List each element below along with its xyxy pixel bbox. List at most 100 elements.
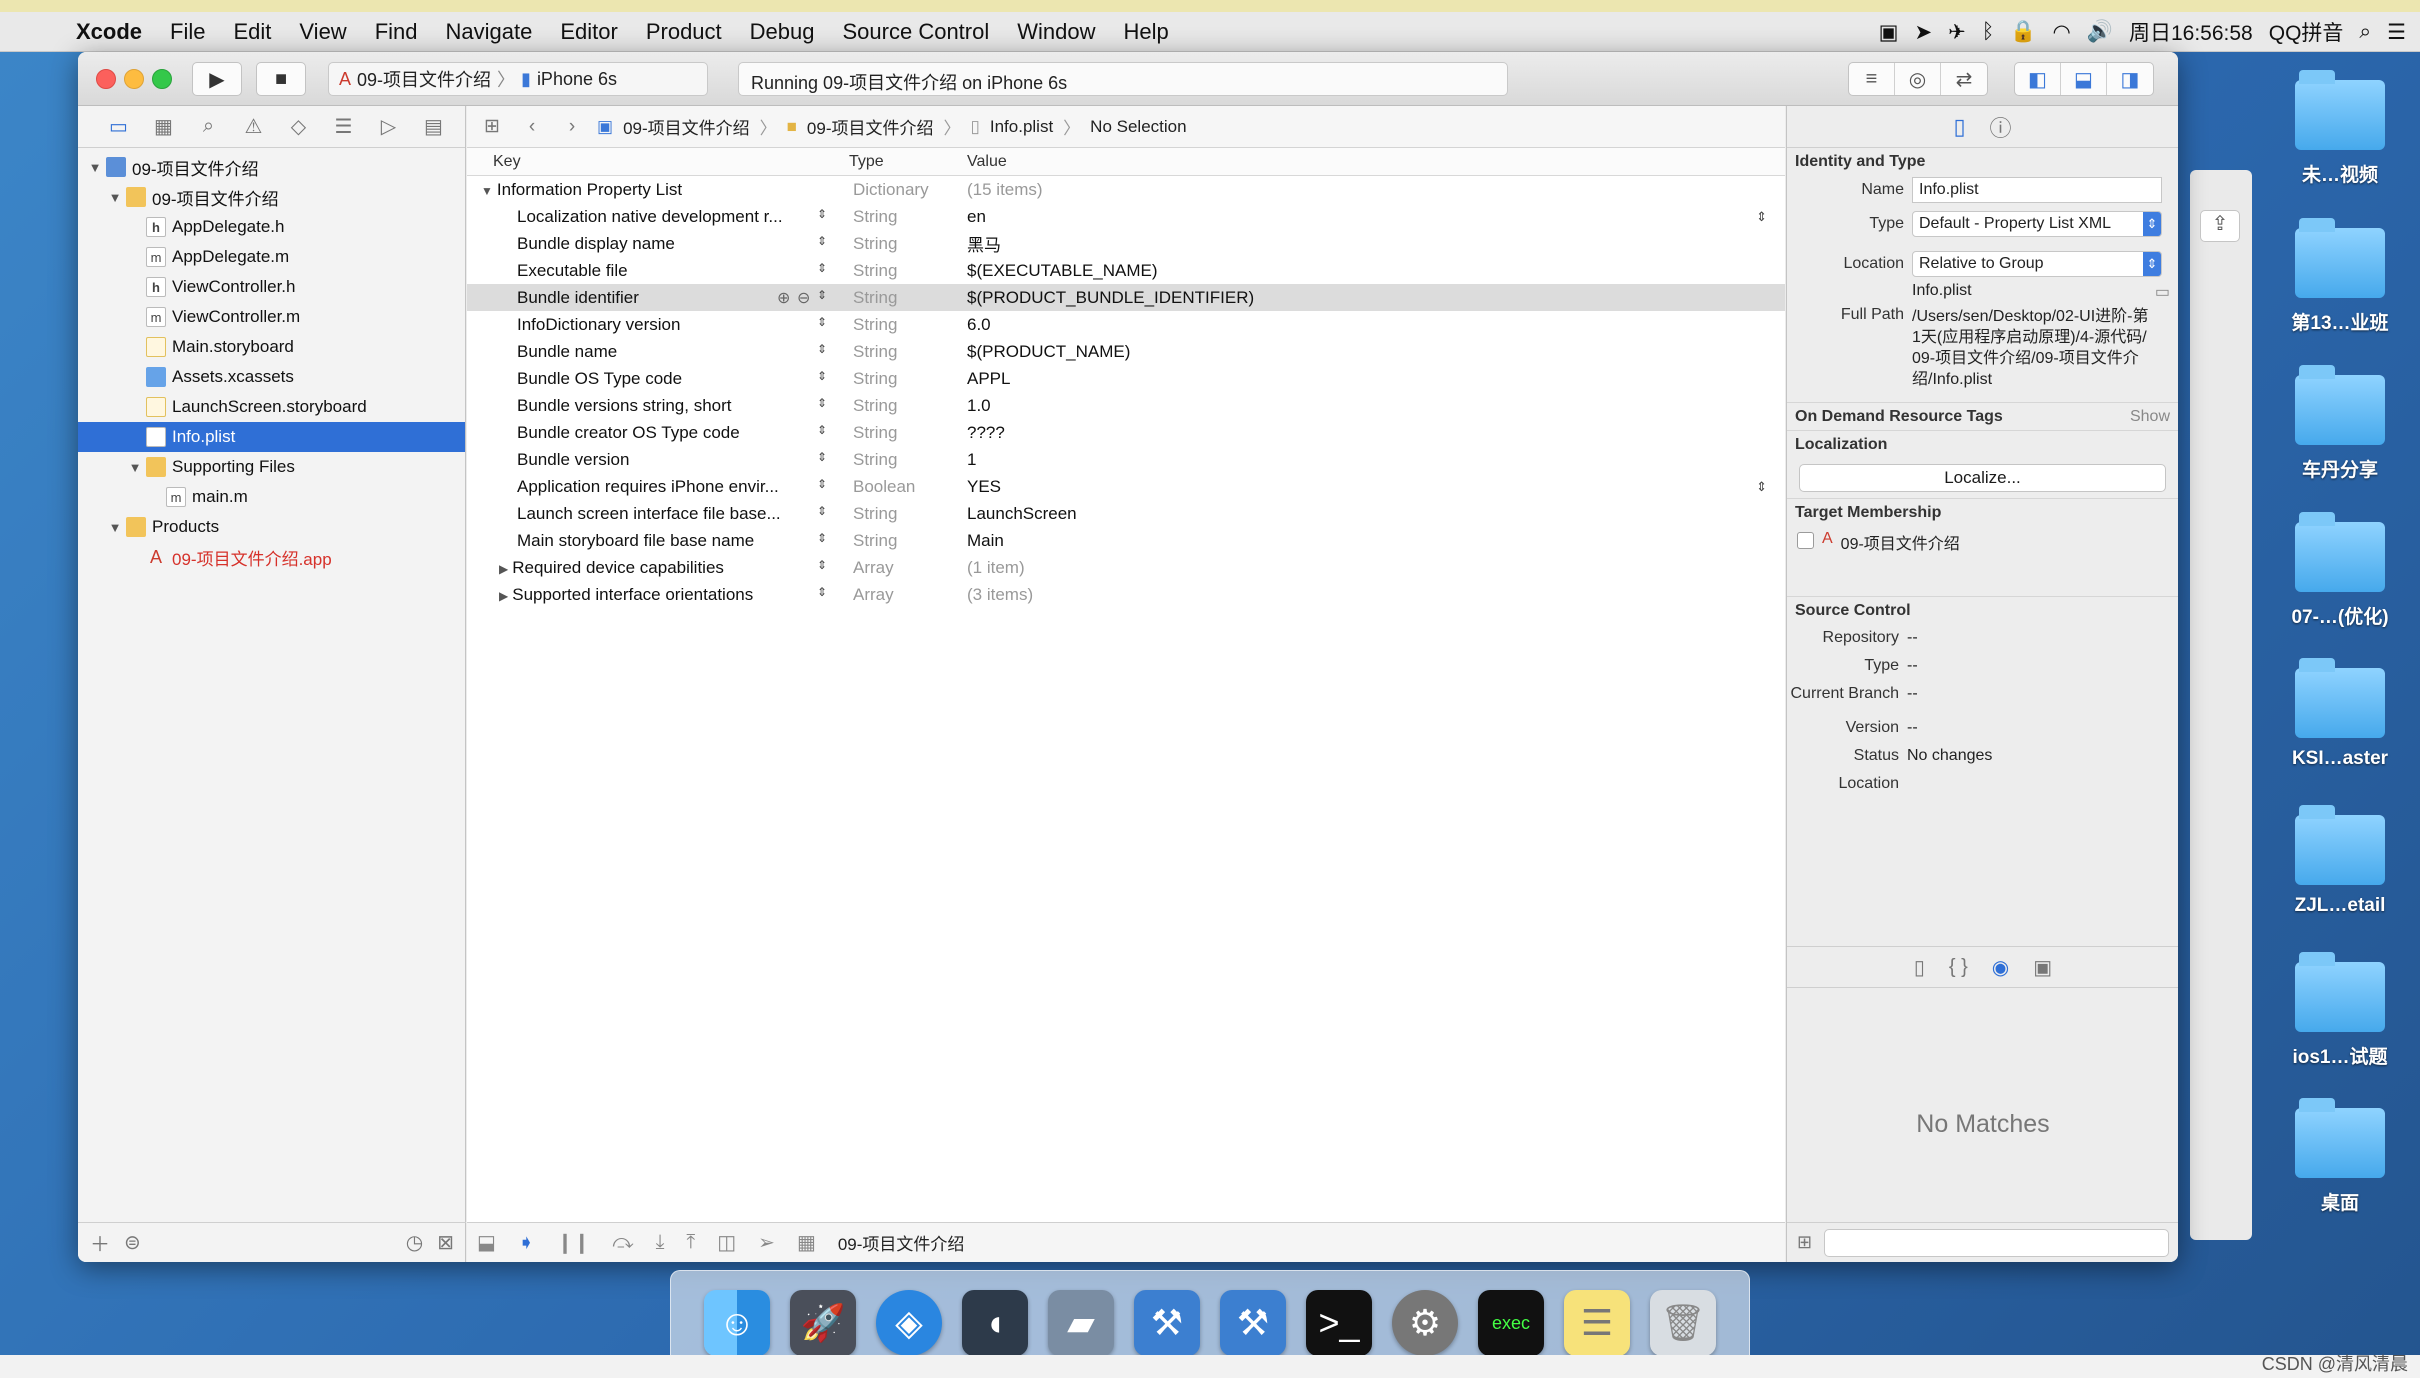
desktop-folder[interactable]: 桌面 xyxy=(2265,1098,2415,1215)
input-method[interactable]: QQ拼音 xyxy=(2269,17,2344,47)
desktop-folder[interactable]: ios1…试题 xyxy=(2265,952,2415,1069)
navigator-item[interactable]: A 09-项目文件介绍.app xyxy=(78,542,465,572)
key-popup-stepper-icon[interactable]: ⇕ xyxy=(815,315,829,329)
menu-view[interactable]: View xyxy=(285,19,360,45)
plist-value-cell[interactable]: ???? xyxy=(955,423,1785,443)
navigator-item[interactable]: Info.plist xyxy=(78,422,465,452)
key-popup-stepper-icon[interactable]: ⇕ xyxy=(815,342,829,356)
safari-icon[interactable]: ◈ xyxy=(876,1290,942,1356)
notes-icon[interactable]: ☰ xyxy=(1564,1290,1630,1356)
grid-view-icon[interactable]: ⊞ xyxy=(1797,1232,1812,1253)
menu-app-xcode[interactable]: Xcode xyxy=(62,19,156,45)
launchpad-icon[interactable]: 🚀 xyxy=(790,1290,856,1356)
pause-icon[interactable]: ❙❙ xyxy=(557,1230,591,1255)
plist-type-cell[interactable]: String xyxy=(837,288,955,308)
notification-center-icon[interactable]: ☰ xyxy=(2387,20,2406,45)
plist-key-cell[interactable]: ▶ Supported interface orientations ⇕ xyxy=(467,585,837,605)
key-popup-stepper-icon[interactable]: ⇕ xyxy=(815,423,829,437)
plist-type-cell[interactable]: String xyxy=(837,234,955,254)
plist-value-cell[interactable]: APPL xyxy=(955,369,1785,389)
plist-value-cell[interactable]: $(PRODUCT_BUNDLE_IDENTIFIER) xyxy=(955,288,1785,308)
localize-button[interactable]: Localize... xyxy=(1799,464,2166,492)
desktop-folder[interactable]: 车丹分享 xyxy=(2265,365,2415,482)
value-column-header[interactable]: Value xyxy=(955,153,1007,171)
menu-product[interactable]: Product xyxy=(632,19,736,45)
plist-row[interactable]: Bundle display name ⇕ String 黑马 xyxy=(467,230,1785,257)
plist-type-cell[interactable]: Array xyxy=(837,558,955,578)
plist-type-cell[interactable]: String xyxy=(837,261,955,281)
key-popup-stepper-icon[interactable]: ⇕ xyxy=(815,531,829,545)
menu-file[interactable]: File xyxy=(156,19,219,45)
plist-key-cell[interactable]: Main storyboard file base name ⇕ xyxy=(467,531,837,551)
bluetooth-icon[interactable]: ᛒ xyxy=(1982,20,1995,44)
file-inspector-icon[interactable]: ▯ xyxy=(1953,114,1965,140)
disclosure-triangle-icon[interactable]: ▼ xyxy=(106,520,124,535)
add-icon[interactable]: ＋ xyxy=(90,1228,110,1257)
plist-type-cell[interactable]: String xyxy=(837,369,955,389)
menu-editor[interactable]: Editor xyxy=(546,19,631,45)
target-checkbox[interactable] xyxy=(1797,532,1814,549)
finder-icon[interactable]: ☺ xyxy=(704,1290,770,1356)
hide-debug-area-icon[interactable]: ⬓ xyxy=(477,1230,496,1255)
xcode-icon[interactable]: ⚒ xyxy=(1134,1290,1200,1356)
plist-row[interactable]: Localization native development r... ⇕ Str… xyxy=(467,203,1785,230)
key-popup-stepper-icon[interactable]: ⇕ xyxy=(815,261,829,275)
file-template-library-icon[interactable]: ▯ xyxy=(1914,955,1925,980)
navigator-item[interactable]: Main.storyboard xyxy=(78,332,465,362)
plist-key-cell[interactable]: Bundle versions string, short ⇕ xyxy=(467,396,837,416)
disclosure-triangle-icon[interactable]: ▼ xyxy=(481,184,493,198)
plist-row[interactable]: Application requires iPhone envir... ⇕ Boo… xyxy=(467,473,1785,500)
breadcrumb-group[interactable]: 09-项目文件介绍 xyxy=(807,114,934,139)
key-popup-stepper-icon[interactable]: ⇕ xyxy=(815,288,829,302)
plist-row[interactable]: Main storyboard file base name ⇕ String Mai… xyxy=(467,527,1785,554)
plist-type-cell[interactable]: Array xyxy=(837,585,955,605)
airplane-icon[interactable]: ✈ xyxy=(1948,20,1966,45)
navigator-item[interactable]: ▼ Products xyxy=(78,512,465,542)
plist-value-cell[interactable]: LaunchScreen xyxy=(955,504,1785,524)
plist-key-cell[interactable]: ▼ Information Property List xyxy=(467,180,837,200)
show-button[interactable]: Show xyxy=(2130,408,2170,426)
plist-key-cell[interactable]: InfoDictionary version ⇕ xyxy=(467,315,837,335)
navigator-item[interactable]: m AppDelegate.m xyxy=(78,242,465,272)
plist-key-cell[interactable]: Bundle display name ⇕ xyxy=(467,234,837,254)
scm-filter-icon[interactable]: ⊠ xyxy=(437,1230,454,1255)
key-popup-stepper-icon[interactable]: ⇕ xyxy=(815,450,829,464)
lock-icon[interactable]: 🔒 xyxy=(2010,20,2036,44)
plist-key-cell[interactable]: Bundle name ⇕ xyxy=(467,342,837,362)
key-popup-stepper-icon[interactable]: ⇕ xyxy=(815,585,829,599)
scheme-selector[interactable]: A 09-项目文件介绍 〉 ▮ iPhone 6s xyxy=(328,62,708,96)
plist-row[interactable]: Bundle versions string, short ⇕ String 1.0 xyxy=(467,392,1785,419)
plist-type-cell[interactable]: Dictionary xyxy=(837,180,955,200)
plist-key-cell[interactable]: Launch screen interface file base... ⇕ xyxy=(467,504,837,524)
standard-editor-icon[interactable]: ≡ xyxy=(1849,63,1895,95)
navigator-toggle-icon[interactable]: ◧ xyxy=(2015,63,2061,95)
test-navigator-icon[interactable]: ◇ xyxy=(276,114,321,139)
plist-row[interactable]: Bundle version ⇕ String 1 xyxy=(467,446,1785,473)
plist-value-cell[interactable]: (3 items) xyxy=(955,585,1785,605)
plist-type-cell[interactable]: String xyxy=(837,423,955,443)
debug-navigator-icon[interactable]: ☰ xyxy=(321,114,366,139)
menu-edit[interactable]: Edit xyxy=(219,19,285,45)
plist-key-cell[interactable]: ▶ Required device capabilities ⇕ xyxy=(467,558,837,578)
key-popup-stepper-icon[interactable]: ⇕ xyxy=(815,369,829,383)
zoom-button[interactable] xyxy=(152,69,172,89)
name-field[interactable]: Info.plist xyxy=(1912,177,2162,203)
menu-navigate[interactable]: Navigate xyxy=(432,19,547,45)
navigator-item[interactable]: m ViewController.m xyxy=(78,302,465,332)
navigator-item[interactable]: LaunchScreen.storyboard xyxy=(78,392,465,422)
disclosure-triangle-icon[interactable]: ▼ xyxy=(106,190,124,205)
issue-navigator-icon[interactable]: ⚠ xyxy=(231,114,276,139)
navigator-item[interactable]: Assets.xcassets xyxy=(78,362,465,392)
desktop-folder[interactable]: ZJL…etail xyxy=(2265,805,2415,917)
plist-type-cell[interactable]: String xyxy=(837,504,955,524)
step-out-icon[interactable]: ⤒ xyxy=(686,1231,695,1254)
plist-key-cell[interactable]: Executable file ⇕ xyxy=(467,261,837,281)
console-icon[interactable]: exec xyxy=(1478,1290,1544,1356)
breadcrumb-project[interactable]: 09-项目文件介绍 xyxy=(623,114,750,139)
forward-arrow-icon[interactable]: › xyxy=(557,116,587,138)
plist-type-cell[interactable]: String xyxy=(837,396,955,416)
navigator-item[interactable]: ▼ Supporting Files xyxy=(78,452,465,482)
spotlight-search-icon[interactable]: ⌕ xyxy=(2359,20,2371,44)
file-type-popup[interactable]: Default - Property List XML xyxy=(1912,211,2162,237)
plist-key-cell[interactable]: Bundle identifier ⇕ ⊕ ⊖ xyxy=(467,288,837,308)
